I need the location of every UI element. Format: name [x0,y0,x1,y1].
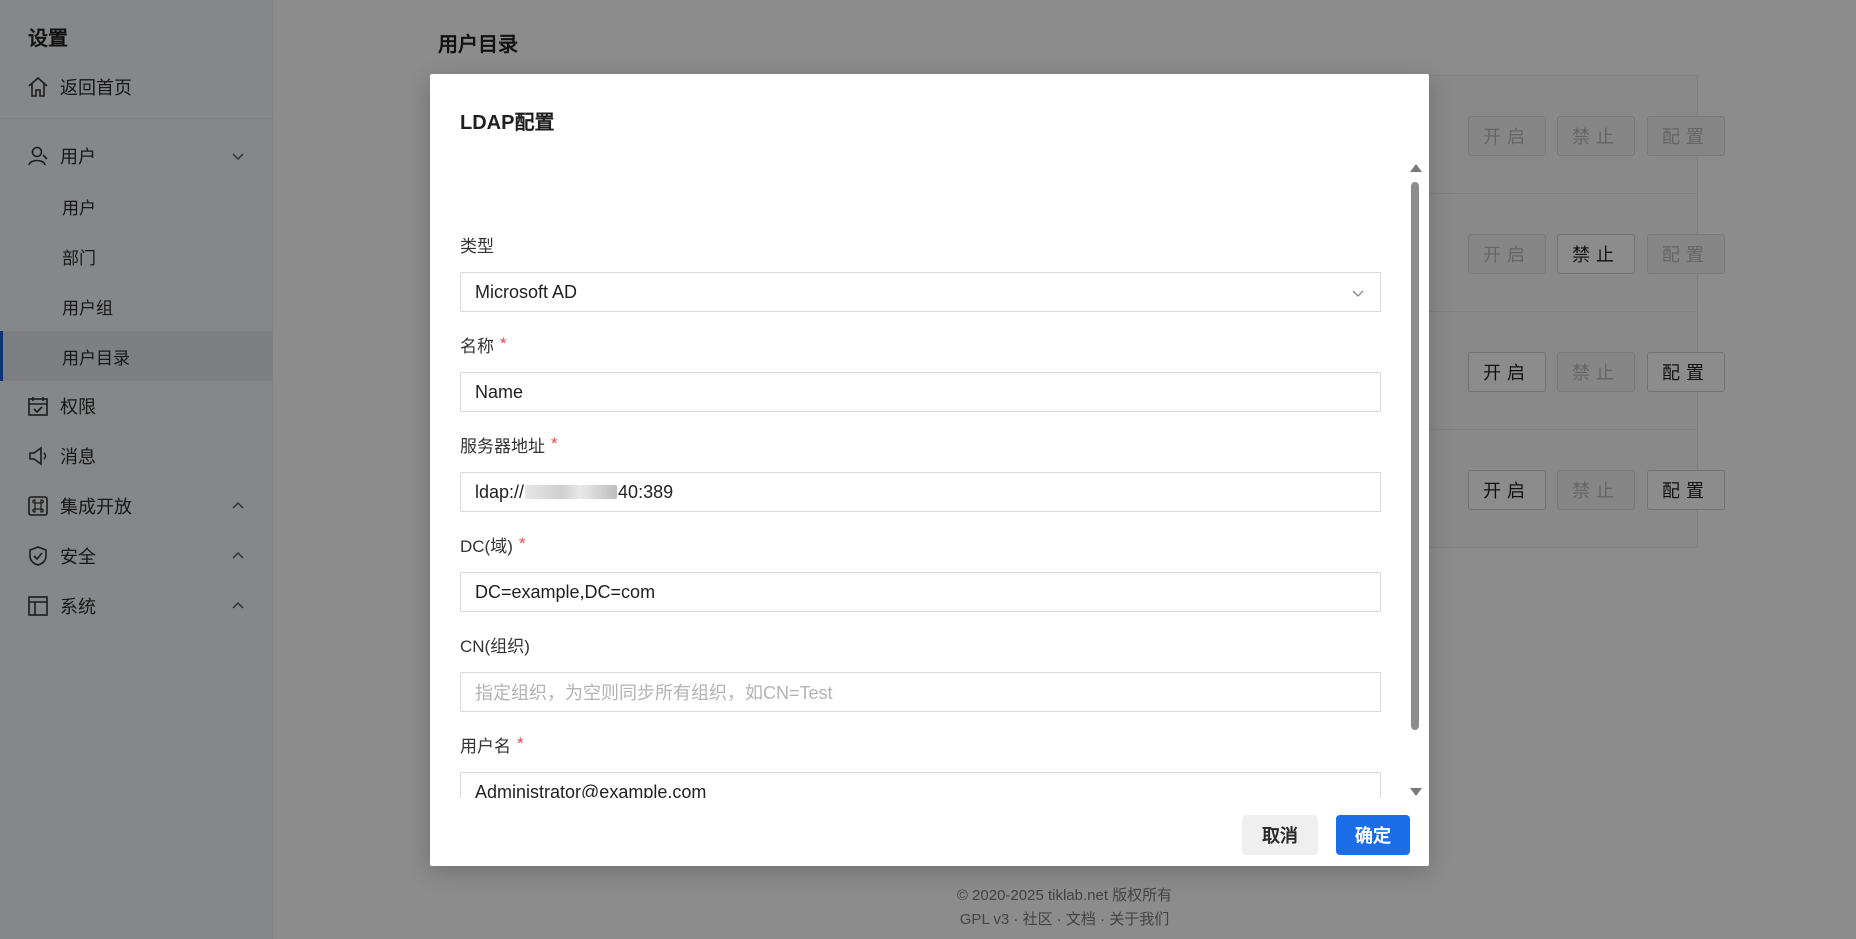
cn-label: CN(组织) [460,636,530,656]
scrollbar-thumb[interactable] [1411,182,1419,730]
server-suffix: 40:389 [618,481,674,502]
server-prefix: ldap:// [475,481,525,502]
field-cn: CN(组织) 指定组织，为空则同步所有组织，如CN=Test [460,632,1381,712]
confirm-button[interactable]: 确定 [1336,815,1410,855]
ldap-config-modal: LDAP配置 类型 Microsoft AD 名称 * Name 服务器地址 *… [430,74,1429,866]
field-label: 服务器地址 * [460,432,1381,456]
required-mark: * [500,334,507,353]
field-label: 用户名 * [460,732,1381,756]
username-label: 用户名 [460,736,511,756]
field-label: DC(域) * [460,532,1381,556]
type-select-value: Microsoft AD [475,281,578,302]
name-input[interactable]: Name [460,372,1381,412]
type-select[interactable]: Microsoft AD [460,272,1381,312]
field-username: 用户名 * Administrator@example.com [460,732,1381,798]
chevron-down-icon [1352,290,1364,297]
username-input[interactable]: Administrator@example.com [460,772,1381,798]
cancel-button[interactable]: 取消 [1242,815,1318,855]
field-label: 类型 [460,236,494,256]
server-label: 服务器地址 [460,436,545,456]
form-scroll-area: 类型 Microsoft AD 名称 * Name 服务器地址 * ldap:/… [460,152,1381,798]
cn-input[interactable]: 指定组织，为空则同步所有组织，如CN=Test [460,672,1381,712]
name-label: 名称 [460,336,494,356]
scroll-up-arrow-icon[interactable] [1410,164,1422,172]
dc-label: DC(域) [460,536,513,556]
field-name: 名称 * Name [460,332,1381,412]
modal-body: 类型 Microsoft AD 名称 * Name 服务器地址 * ldap:/… [460,152,1381,876]
required-mark: * [517,734,524,753]
modal-scrollbar[interactable] [1409,164,1422,796]
scroll-down-arrow-icon[interactable] [1410,788,1422,796]
redacted-ip [525,485,618,499]
server-address-input[interactable]: ldap:// 40:389 [460,472,1381,512]
dc-input[interactable]: DC=example,DC=com [460,572,1381,612]
field-label: 名称 * [460,332,1381,356]
modal-title: LDAP配置 [460,112,555,134]
required-mark: * [518,534,526,553]
field-type: 类型 Microsoft AD [460,232,1381,312]
field-server: 服务器地址 * ldap:// 40:389 [460,432,1381,512]
required-mark: * [551,434,558,453]
field-dc: DC(域) * DC=example,DC=com [460,532,1381,612]
